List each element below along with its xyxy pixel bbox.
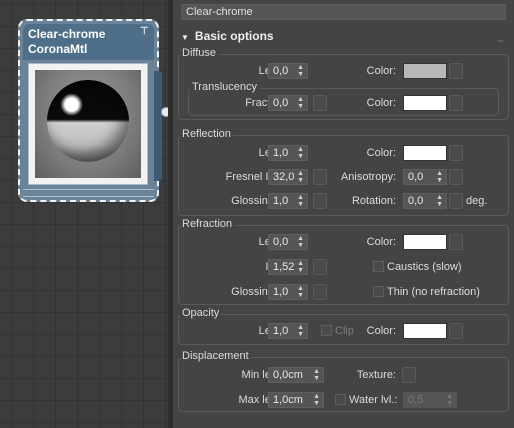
water-level-spinner[interactable]: 0,5 ▲ ▼ xyxy=(403,392,457,408)
node-header[interactable]: Clear-chrome CoronaMtl ⊤ xyxy=(23,24,154,60)
refraction-color-swatch[interactable] xyxy=(403,234,447,250)
up-down-arrows-icon[interactable]: ▲ ▼ xyxy=(297,64,304,78)
diffuse-color-label: Color: xyxy=(366,65,396,77)
up-down-arrows-icon[interactable]: ▲ ▼ xyxy=(297,260,304,274)
fresnel-ior-spinner[interactable]: 32,0 ▲ ▼ xyxy=(268,169,308,185)
up-down-arrows-icon[interactable]: ▲ ▼ xyxy=(297,96,304,110)
rotation-label: Rotation: xyxy=(351,195,396,207)
max-level-spinner[interactable]: 1,0cm ▲ ▼ xyxy=(268,392,324,408)
translucency-title: Translucency xyxy=(190,81,260,93)
displacement-title: Displacement xyxy=(180,350,251,362)
opacity-color-swatch[interactable] xyxy=(403,323,447,339)
node-subtitle: CoronaMtl xyxy=(28,42,88,56)
pin-icon[interactable]: ⊤ xyxy=(140,27,149,37)
reflection-color-label: Color: xyxy=(366,147,396,159)
refraction-glossiness-map-button[interactable] xyxy=(313,284,327,300)
up-down-arrows-icon[interactable]: ▲ ▼ xyxy=(446,393,453,407)
opacity-color-label: Color: xyxy=(366,325,396,337)
anisotropy-label: Anisotropy: xyxy=(340,171,396,183)
opacity-level-spinner[interactable]: 1,0 ▲ ▼ xyxy=(268,323,308,339)
material-node[interactable]: Clear-chrome CoronaMtl ⊤ xyxy=(18,19,171,202)
material-properties-panel: Clear-chrome ▼Basic options ▪▪ Diffuse L… xyxy=(173,0,514,428)
water-level-label: Water lvl.: xyxy=(349,394,398,406)
texture-map-button[interactable] xyxy=(402,367,416,383)
up-down-arrows-icon[interactable]: ▲ ▼ xyxy=(297,324,304,338)
reflection-color-map-button[interactable] xyxy=(449,145,463,161)
ior-map-button[interactable] xyxy=(313,259,327,275)
rollout-title: Basic options xyxy=(194,29,274,43)
up-down-arrows-icon[interactable]: ▲ ▼ xyxy=(436,170,443,184)
fraction-spinner[interactable]: 0,0 ▲ ▼ xyxy=(268,95,308,111)
material-preview xyxy=(28,63,148,185)
clip-checkbox[interactable] xyxy=(321,325,332,336)
rotation-spinner[interactable]: 0,0 ▲ ▼ xyxy=(403,193,447,209)
node-title: Clear-chrome xyxy=(28,27,106,41)
drag-grip-icon[interactable]: ▪▪ xyxy=(498,33,503,51)
up-down-arrows-icon[interactable]: ▲ ▼ xyxy=(436,194,443,208)
up-down-arrows-icon[interactable]: ▲ ▼ xyxy=(313,393,320,407)
thin-label: Thin (no refraction) xyxy=(387,286,480,298)
translucency-color-label: Color: xyxy=(366,97,396,109)
anisotropy-spinner[interactable]: 0,0 ▲ ▼ xyxy=(403,169,447,185)
diffuse-title: Diffuse xyxy=(180,47,219,59)
texture-label: Texture: xyxy=(356,369,396,381)
caustics-checkbox[interactable] xyxy=(373,261,384,272)
refraction-title: Refraction xyxy=(180,218,235,230)
reflection-color-swatch[interactable] xyxy=(403,145,447,161)
up-down-arrows-icon[interactable]: ▲ ▼ xyxy=(297,235,304,249)
diffuse-color-map-button[interactable] xyxy=(449,63,463,79)
reflection-title: Reflection xyxy=(180,128,233,140)
thin-checkbox[interactable] xyxy=(373,286,384,297)
refraction-color-label: Color: xyxy=(366,236,396,248)
node-footer xyxy=(23,189,154,197)
chrome-sphere-preview xyxy=(47,80,129,162)
triangle-down-icon: ▼ xyxy=(181,33,189,42)
up-down-arrows-icon[interactable]: ▲ ▼ xyxy=(297,285,304,299)
up-down-arrows-icon[interactable]: ▲ ▼ xyxy=(297,146,304,160)
deg-label: deg. xyxy=(466,195,488,207)
opacity-color-map-button[interactable] xyxy=(449,323,463,339)
reflection-level-spinner[interactable]: 1,0 ▲ ▼ xyxy=(268,145,308,161)
up-down-arrows-icon[interactable]: ▲ ▼ xyxy=(297,170,304,184)
preview-background xyxy=(35,70,141,178)
node-editor-canvas[interactable]: Clear-chrome CoronaMtl ⊤ xyxy=(0,0,173,428)
ior-spinner[interactable]: 1,52 ▲ ▼ xyxy=(268,259,308,275)
refraction-level-spinner[interactable]: 0,0 ▲ ▼ xyxy=(268,234,308,250)
node-output-bar xyxy=(154,71,162,181)
translucency-color-swatch[interactable] xyxy=(403,95,447,111)
water-level-checkbox[interactable] xyxy=(335,394,346,405)
reflection-glossiness-map-button[interactable] xyxy=(313,193,327,209)
refraction-color-map-button[interactable] xyxy=(449,234,463,250)
basic-options-rollout-header[interactable]: ▼ Basic options ▪▪ xyxy=(176,27,511,45)
refraction-glossiness-spinner[interactable]: 1,0 ▲ ▼ xyxy=(268,284,308,300)
caustics-label: Caustics (slow) xyxy=(387,261,462,273)
rotation-map-button[interactable] xyxy=(449,193,463,209)
diffuse-color-swatch[interactable] xyxy=(403,63,447,79)
opacity-title: Opacity xyxy=(180,307,222,319)
anisotropy-map-button[interactable] xyxy=(449,169,463,185)
reflection-glossiness-spinner[interactable]: 1,0 ▲ ▼ xyxy=(268,193,308,209)
up-down-arrows-icon[interactable]: ▲ ▼ xyxy=(313,368,320,382)
diffuse-level-spinner[interactable]: 0,0 ▲ ▼ xyxy=(268,63,308,79)
fraction-map-button[interactable] xyxy=(313,95,327,111)
translucency-color-map-button[interactable] xyxy=(449,95,463,111)
material-name-field[interactable]: Clear-chrome xyxy=(181,4,506,20)
up-down-arrows-icon[interactable]: ▲ ▼ xyxy=(297,194,304,208)
fresnel-ior-map-button[interactable] xyxy=(313,169,327,185)
min-level-spinner[interactable]: 0,0cm ▲ ▼ xyxy=(268,367,324,383)
clip-label: Clip xyxy=(335,325,354,337)
